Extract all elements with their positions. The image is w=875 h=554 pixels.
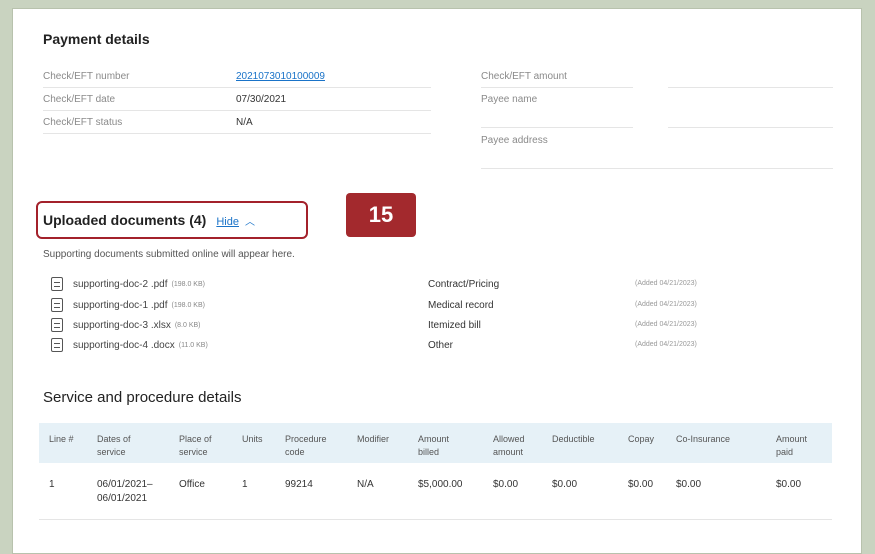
document-type: Medical record (428, 300, 494, 311)
table-cell: 99214 (285, 479, 313, 490)
uploaded-documents-header: Uploaded documents (4) Hide ︿ (43, 212, 255, 228)
claim-details-card: Payment details Check/EFT number 2021073… (12, 8, 862, 554)
document-name[interactable]: supporting-doc-1 .pdf (73, 300, 168, 311)
table-cell: N/A (357, 479, 374, 490)
document-size: (198.0 KB) (171, 301, 205, 309)
service-details-title: Service and procedure details (43, 389, 242, 406)
column-header: Deductible (552, 434, 595, 444)
pdf-file-icon (51, 277, 63, 291)
chevron-up-icon[interactable]: ︿ (245, 213, 255, 228)
table-cell: 1 (242, 479, 248, 490)
divider (43, 87, 431, 88)
check-date-value: 07/30/2021 (236, 94, 287, 105)
document-added-date: (Added 04/21/2023) (635, 321, 697, 328)
column-header: Copay (628, 434, 655, 444)
document-size: (198.0 KB) (171, 280, 205, 288)
check-number-label: Check/EFT number (43, 71, 130, 82)
document-row[interactable]: supporting-doc-4 .docx (11.0 KB) (51, 336, 208, 354)
table-cell: $0.00 (552, 479, 578, 490)
step-badge: 15 (346, 193, 416, 237)
document-type: Contract/Pricing (428, 279, 500, 290)
document-size: (11.0 KB) (178, 341, 208, 349)
column-header: Units (242, 434, 263, 444)
table-bottom-divider (39, 519, 832, 520)
column-header: Dates of service (97, 434, 131, 457)
document-added-date: (Added 04/21/2023) (635, 301, 697, 308)
uploaded-documents-title: Uploaded documents (4) (43, 212, 207, 228)
check-date-label: Check/EFT date (43, 94, 116, 105)
payee-address-label: Payee address (481, 135, 548, 146)
column-header: Place of service (179, 434, 212, 457)
document-name[interactable]: supporting-doc-4 .docx (73, 340, 175, 351)
document-name[interactable]: supporting-doc-3 .xlsx (73, 320, 171, 331)
divider (481, 168, 833, 169)
spreadsheet-file-icon (51, 318, 63, 332)
document-row[interactable]: supporting-doc-1 .pdf (198.0 KB) (51, 296, 205, 314)
divider (481, 127, 633, 128)
divider (481, 87, 633, 88)
document-size: (8.0 KB) (174, 321, 201, 329)
column-header: Co-Insurance (676, 434, 731, 444)
table-cell: $5,000.00 (418, 479, 463, 490)
check-number-link[interactable]: 2021073010100009 (236, 71, 325, 82)
uploaded-documents-subtitle: Supporting documents submitted online wi… (43, 249, 295, 260)
document-row[interactable]: supporting-doc-3 .xlsx (8.0 KB) (51, 316, 201, 334)
column-header: Amount paid (776, 434, 808, 457)
divider (43, 110, 431, 111)
divider (668, 87, 833, 88)
check-amount-label: Check/EFT amount (481, 71, 567, 82)
payee-name-label: Payee name (481, 94, 538, 105)
payment-details-title: Payment details (43, 31, 150, 47)
table-cell: Office (179, 479, 205, 490)
column-header: Modifier (357, 434, 390, 444)
column-header: Procedure code (285, 434, 327, 457)
document-name[interactable]: supporting-doc-2 .pdf (73, 279, 168, 290)
table-cell: 1 (49, 479, 55, 490)
divider (43, 133, 431, 134)
pdf-file-icon (51, 298, 63, 312)
table-cell: $0.00 (776, 479, 802, 490)
hide-documents-link[interactable]: Hide (216, 216, 239, 228)
table-cell: 06/01/2021– 06/01/2021 (97, 479, 153, 504)
document-type: Other (428, 340, 454, 351)
column-header: Line # (49, 434, 74, 444)
word-file-icon (51, 338, 63, 352)
column-header: Amount billed (418, 434, 450, 457)
document-added-date: (Added 04/21/2023) (635, 341, 697, 348)
document-row[interactable]: supporting-doc-2 .pdf (198.0 KB) (51, 275, 205, 293)
divider (668, 127, 833, 128)
table-cell: $0.00 (676, 479, 702, 490)
table-cell: $0.00 (628, 479, 654, 490)
table-cell: $0.00 (493, 479, 519, 490)
document-type: Itemized bill (428, 320, 481, 331)
document-added-date: (Added 04/21/2023) (635, 280, 697, 287)
check-status-label: Check/EFT status (43, 117, 123, 128)
column-header: Allowed amount (493, 434, 525, 457)
check-status-value: N/A (236, 117, 253, 128)
